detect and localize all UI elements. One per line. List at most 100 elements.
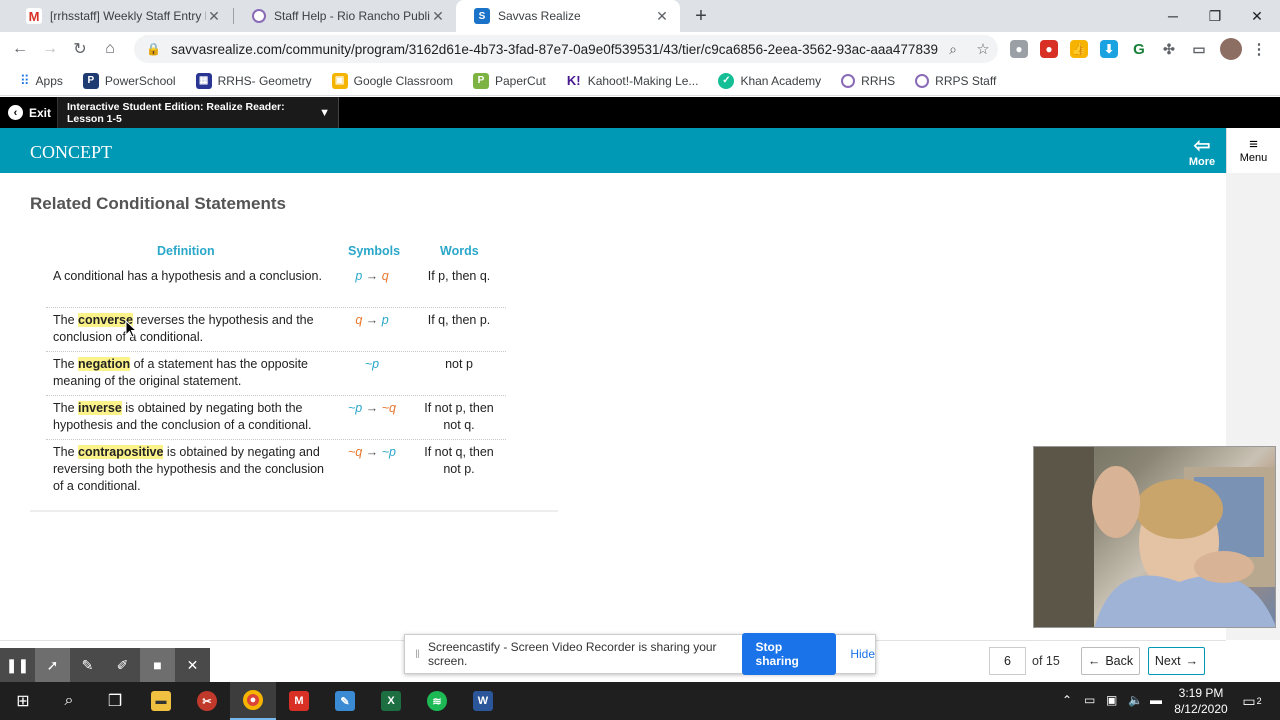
pen-icon[interactable]: ✎ xyxy=(70,648,105,682)
maximize-button[interactable]: ❐ xyxy=(1192,0,1238,32)
notification-center-icon[interactable]: ▭ 2 xyxy=(1238,690,1266,712)
next-button[interactable]: Next → xyxy=(1148,647,1205,675)
gmail-taskbar-icon[interactable]: M xyxy=(276,682,322,720)
exit-button[interactable]: ‹ Exit xyxy=(0,97,51,128)
word-icon[interactable]: W xyxy=(460,682,506,720)
camera-icon[interactable]: ■ xyxy=(140,648,175,682)
file-explorer-icon[interactable]: ▬ xyxy=(138,682,184,720)
bookmark-rrhs[interactable]: RRHS xyxy=(833,73,903,88)
excel-icon[interactable]: X xyxy=(368,682,414,720)
webcam-video[interactable] xyxy=(1033,446,1276,628)
drag-handle-icon[interactable]: ‖ xyxy=(415,647,420,661)
reload-icon[interactable]: ↻ xyxy=(68,37,92,61)
profile-avatar[interactable] xyxy=(1220,38,1242,60)
battery-icon[interactable]: ▬ xyxy=(1150,693,1162,707)
google-classroom-icon: ▣ xyxy=(331,72,348,89)
back-circle-icon: ‹ xyxy=(8,105,23,120)
new-tab-button[interactable]: + xyxy=(690,5,712,27)
words-cell: If q, then p. xyxy=(427,313,491,327)
bookmarks-bar: ⠿ Apps P PowerSchool ▦ RRHS- Geometry ▣ … xyxy=(0,66,1280,96)
bookmark-star-icon[interactable]: ☆ xyxy=(968,40,998,58)
more-vert-icon[interactable]: ⋮ xyxy=(1250,40,1268,58)
bookmark-google-classroom[interactable]: ▣ Google Classroom xyxy=(324,72,461,89)
pointer-icon[interactable]: ➚ xyxy=(35,648,70,682)
term-highlight[interactable]: contrapositive xyxy=(78,445,164,459)
bookmark-kahoot[interactable]: K! Kahoot!-Making Le... xyxy=(558,72,707,89)
exit-label: Exit xyxy=(29,105,52,120)
bookmark-label: Khan Academy xyxy=(740,73,822,88)
term-highlight[interactable]: negation xyxy=(78,357,131,371)
back-label: Back xyxy=(1105,654,1134,668)
bookmark-papercut[interactable]: P PaperCut xyxy=(465,72,554,89)
snipping-tool-icon[interactable]: ✂ xyxy=(184,682,230,720)
record-icon[interactable]: ▣ xyxy=(1106,693,1117,707)
definition-text: The inverse is obtained by negating both… xyxy=(53,400,331,434)
definition-text: The contrapositive is obtained by negati… xyxy=(53,444,331,495)
screencastify-icon[interactable]: ● xyxy=(1040,40,1058,58)
stop-sharing-button[interactable]: Stop sharing xyxy=(741,633,837,675)
more-label: More xyxy=(1188,156,1216,168)
bookmark-label: Google Classroom xyxy=(353,73,453,88)
address-bar[interactable]: 🔒 savvasrealize.com/community/program/31… xyxy=(134,35,998,63)
cast-icon[interactable]: ▭ xyxy=(1190,40,1208,58)
menu-button[interactable]: ≡ Menu xyxy=(1226,128,1280,173)
zoom-search-icon[interactable]: ⌕ xyxy=(938,41,968,58)
minimize-button[interactable]: ─ xyxy=(1150,0,1196,32)
words-cell: If p, then q. xyxy=(427,269,491,283)
task-view-icon[interactable]: ❒ xyxy=(92,682,138,720)
bookmark-rrps-staff[interactable]: RRPS Staff xyxy=(907,73,1004,88)
lesson-selector[interactable]: Interactive Student Edition: Realize Rea… xyxy=(57,97,339,128)
forward-arrow-icon[interactable]: → xyxy=(38,37,62,61)
pause-icon[interactable]: ❚❚ xyxy=(0,648,35,682)
url-text: savvasrealize.com/community/program/3162… xyxy=(170,41,938,57)
close-window-button[interactable]: ✕ xyxy=(1234,0,1280,32)
bookmark-label: RRHS- Geometry xyxy=(217,73,312,88)
lock-icon: 🔒 xyxy=(146,42,161,56)
powerschool-icon: P xyxy=(82,72,99,89)
column-header-symbols: Symbols xyxy=(348,244,401,258)
close-tab-icon[interactable]: ✕ xyxy=(430,8,446,25)
highlighter-icon[interactable]: ✐ xyxy=(105,648,140,682)
close-tab-icon[interactable]: ✕ xyxy=(654,8,670,25)
back-arrow-icon[interactable]: ← xyxy=(8,37,32,61)
volume-icon[interactable]: 🔈 xyxy=(1128,693,1143,707)
bookmark-label: Kahoot!-Making Le... xyxy=(587,73,699,88)
tab-title: [rrhsstaff] Weekly Staff Entry Rec xyxy=(50,9,206,23)
bookmark-powerschool[interactable]: P PowerSchool xyxy=(75,72,184,89)
term-highlight[interactable]: inverse xyxy=(78,401,122,415)
close-tab-icon[interactable]: ✕ xyxy=(206,8,222,25)
webcam-person-image xyxy=(1034,447,1275,627)
tab-staff-help[interactable]: Staff Help - Rio Rancho Public Sc ✕ xyxy=(234,0,456,32)
thumbs-up-icon[interactable]: 👍 xyxy=(1070,40,1088,58)
definition-part: The xyxy=(53,357,79,371)
tab-savvas-realize[interactable]: S Savvas Realize ✕ xyxy=(456,0,680,32)
bookmark-khan-academy[interactable]: ✓ Khan Academy xyxy=(710,72,829,89)
network-icon[interactable]: ▭ xyxy=(1084,693,1095,707)
tab-gmail[interactable]: M [rrhsstaff] Weekly Staff Entry Rec ✕ xyxy=(8,0,232,32)
close-toolbar-icon[interactable]: ✕ xyxy=(175,648,210,682)
clock[interactable]: 3:19 PM 8/12/2020 xyxy=(1168,685,1234,717)
bookmark-label: PaperCut xyxy=(495,73,546,88)
notepad-icon[interactable]: ✎ xyxy=(322,682,368,720)
back-button[interactable]: ← Back xyxy=(1081,647,1140,675)
definition-part: The xyxy=(53,401,79,415)
rrps-icon xyxy=(841,73,856,88)
tray-chevron-up-icon[interactable]: ⌃ xyxy=(1062,693,1072,707)
hamburger-icon: ≡ xyxy=(1249,136,1258,153)
more-button[interactable]: ⇦ More xyxy=(1180,136,1224,168)
hide-button[interactable]: Hide xyxy=(850,647,875,661)
extension-apple-icon[interactable]: ● xyxy=(1010,40,1028,58)
chrome-icon[interactable]: ● xyxy=(230,682,276,720)
download-extension-icon[interactable]: ⬇ xyxy=(1100,40,1118,58)
spotify-icon[interactable]: ≋ xyxy=(414,682,460,720)
rrps-icon xyxy=(915,73,930,88)
page-number-input[interactable]: 6 xyxy=(989,647,1026,675)
google-extension-icon[interactable]: G xyxy=(1130,40,1148,58)
section-title: CONCEPT xyxy=(30,142,113,162)
windows-start-icon[interactable]: ⊞ xyxy=(0,682,46,720)
extensions-puzzle-icon[interactable]: ✣ xyxy=(1160,40,1178,58)
bookmark-rrhs-geometry[interactable]: ▦ RRHS- Geometry xyxy=(188,72,320,89)
search-icon[interactable]: ⌕ xyxy=(46,682,92,720)
bookmark-apps[interactable]: ⠿ Apps xyxy=(12,73,71,89)
home-icon[interactable]: ⌂ xyxy=(98,37,122,61)
